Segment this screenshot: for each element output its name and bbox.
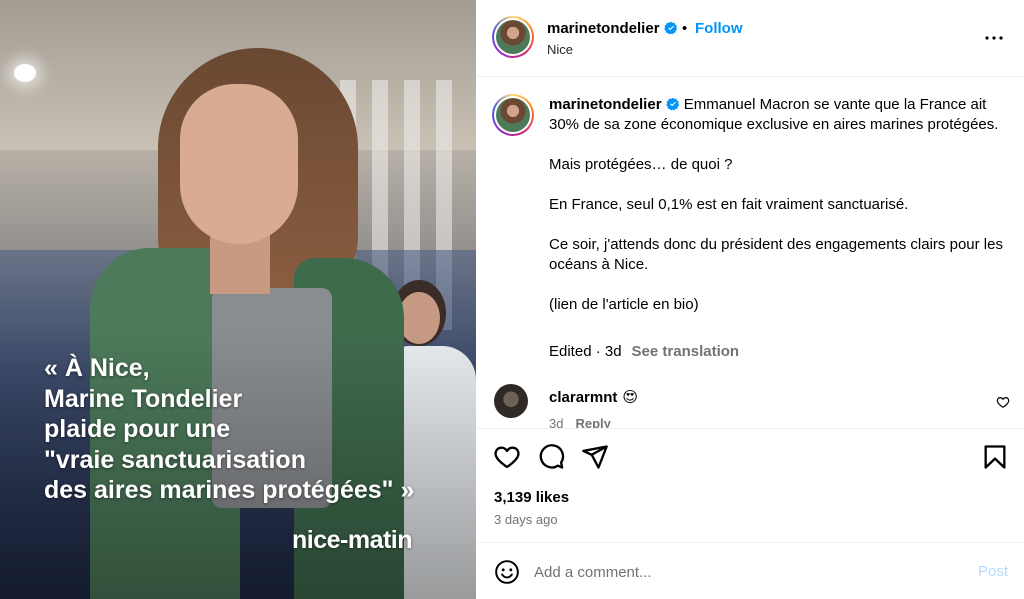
verified-badge-icon [663, 21, 677, 35]
header-separator: • [682, 20, 688, 37]
comment-time: 3d [549, 416, 564, 428]
emoji-icon[interactable] [494, 559, 520, 585]
comment-text: 😍 [622, 389, 639, 406]
quote-line: plaide pour une [44, 415, 231, 443]
post-header: marinetondelier • Follow Nice [476, 0, 1024, 77]
caption-author-username[interactable]: marinetondelier [549, 96, 662, 113]
quote-line: Marine Tondelier [44, 384, 243, 413]
caption-paragraph: Mais protégées… de quoi ? [549, 156, 733, 173]
post-image[interactable]: « À Nice, Marine Tondelier plaide pour u… [0, 0, 476, 599]
author-username-block[interactable]: marinetondelier [547, 20, 678, 37]
quote-line: des aires marines protégées" » [44, 476, 415, 504]
post-side-panel: marinetondelier • Follow Nice marinetond… [476, 0, 1024, 599]
comment-icon[interactable] [537, 443, 565, 471]
commenter-row: clararmnt 😍 [549, 388, 638, 406]
post-timestamp[interactable]: 3 days ago [494, 512, 558, 527]
follow-button[interactable]: Follow [695, 20, 743, 37]
more-options-icon[interactable] [982, 26, 1006, 50]
heart-icon[interactable] [493, 443, 521, 471]
caption-paragraph: Ce soir, j'attends donc du président des… [549, 236, 1003, 273]
quote-line: « À Nice, [44, 354, 150, 382]
post-actions-bar [476, 428, 1024, 488]
verified-badge-icon [665, 97, 679, 111]
caption-edited-time: Edited · 3d [549, 343, 622, 360]
reply-button[interactable]: Reply [575, 416, 610, 428]
caption-paragraph: (lien de l'article en bio) [549, 296, 699, 313]
caption-author-avatar[interactable] [492, 94, 534, 136]
post-location[interactable]: Nice [547, 42, 573, 57]
share-icon[interactable] [581, 443, 609, 471]
see-translation-button[interactable]: See translation [632, 343, 740, 360]
add-comment-bar: Post [476, 542, 1024, 599]
caption-meta: Edited · 3d See translation [549, 342, 739, 362]
author-avatar[interactable] [492, 16, 534, 58]
likes-count[interactable]: 3,139 likes [494, 489, 569, 506]
bookmark-icon[interactable] [981, 443, 1009, 471]
image-light [14, 64, 36, 82]
quote-line: "vraie sanctuarisation [44, 445, 306, 474]
post-caption: marinetondelier Emmanuel Macron se vante… [549, 95, 1009, 335]
caption-paragraph: En France, seul 0,1% est en fait vraimen… [549, 196, 909, 213]
comments-section: marinetondelier Emmanuel Macron se vante… [476, 78, 1024, 428]
image-quote: « À Nice, Marine Tondelier plaide pour u… [44, 353, 464, 506]
comment-input[interactable] [534, 558, 954, 586]
comment-meta: 3d Reply [549, 416, 611, 428]
commenter-avatar[interactable] [494, 384, 528, 418]
commenter-username[interactable]: clararmnt [549, 389, 617, 406]
comment-like-heart-icon[interactable] [996, 395, 1010, 409]
post-comment-button[interactable]: Post [978, 563, 1008, 580]
author-username[interactable]: marinetondelier [547, 20, 660, 37]
comment-item: clararmnt 😍 3d Reply [476, 380, 1024, 428]
image-watermark: nice-matin [292, 526, 413, 554]
